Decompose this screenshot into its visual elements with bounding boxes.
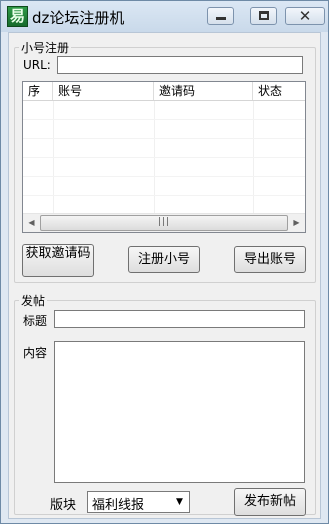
window-title: dz论坛注册机 [32, 9, 125, 27]
main-window: 易 dz论坛注册机 ✕ 小号注册 URL: 序 账号 邀请码 状态 ◀ ||| … [0, 0, 329, 524]
account-table[interactable]: 序 账号 邀请码 状态 ◀ ||| ▶ [22, 81, 306, 233]
minimize-icon [216, 17, 226, 20]
column-header-account[interactable]: 账号 [53, 82, 154, 100]
title-bar[interactable]: 易 dz论坛注册机 ✕ [1, 1, 328, 32]
client-area: 小号注册 URL: 序 账号 邀请码 状态 ◀ ||| ▶ 获取邀请码 注册小号… [8, 32, 321, 519]
minimize-button[interactable] [207, 7, 234, 25]
scroll-left-icon[interactable]: ◀ [23, 214, 40, 232]
board-label: 版块 [50, 498, 77, 513]
get-invite-code-button[interactable]: 获取邀请码 [22, 244, 94, 277]
chevron-down-icon[interactable]: ▼ [171, 493, 188, 511]
close-button[interactable]: ✕ [285, 7, 325, 25]
column-header-invite-code[interactable]: 邀请码 [154, 82, 253, 100]
maximize-icon [259, 11, 269, 20]
scrollbar-thumb[interactable]: ||| [40, 215, 288, 231]
column-header-status[interactable]: 状态 [253, 82, 305, 100]
post-content-textarea[interactable] [54, 341, 305, 483]
board-select[interactable]: 福利线报 ▼ [87, 491, 190, 513]
title-label: 标题 [23, 314, 48, 328]
scroll-right-icon[interactable]: ▶ [288, 214, 305, 232]
app-logo-icon: 易 [7, 6, 28, 27]
post-group-legend: 发帖 [21, 294, 46, 308]
close-icon: ✕ [298, 7, 312, 25]
content-label: 内容 [23, 346, 48, 360]
table-header: 序 账号 邀请码 状态 [23, 82, 305, 101]
table-body[interactable] [23, 101, 305, 213]
grid-line [23, 119, 305, 120]
publish-post-button[interactable]: 发布新帖 [234, 488, 306, 516]
horizontal-scrollbar[interactable]: ◀ ||| ▶ [23, 213, 305, 232]
grid-line [23, 176, 305, 177]
grid-line [23, 195, 305, 196]
grid-line [23, 157, 305, 158]
maximize-button[interactable] [250, 7, 277, 25]
register-group-legend: 小号注册 [21, 41, 70, 55]
url-input[interactable] [57, 56, 303, 74]
grid-line [23, 138, 305, 139]
column-header-index[interactable]: 序 [23, 82, 53, 100]
register-account-button[interactable]: 注册小号 [128, 246, 200, 273]
url-label: URL: [23, 58, 51, 72]
post-title-input[interactable] [54, 310, 305, 328]
board-select-value: 福利线报 [92, 498, 145, 513]
export-accounts-button[interactable]: 导出账号 [234, 246, 306, 273]
